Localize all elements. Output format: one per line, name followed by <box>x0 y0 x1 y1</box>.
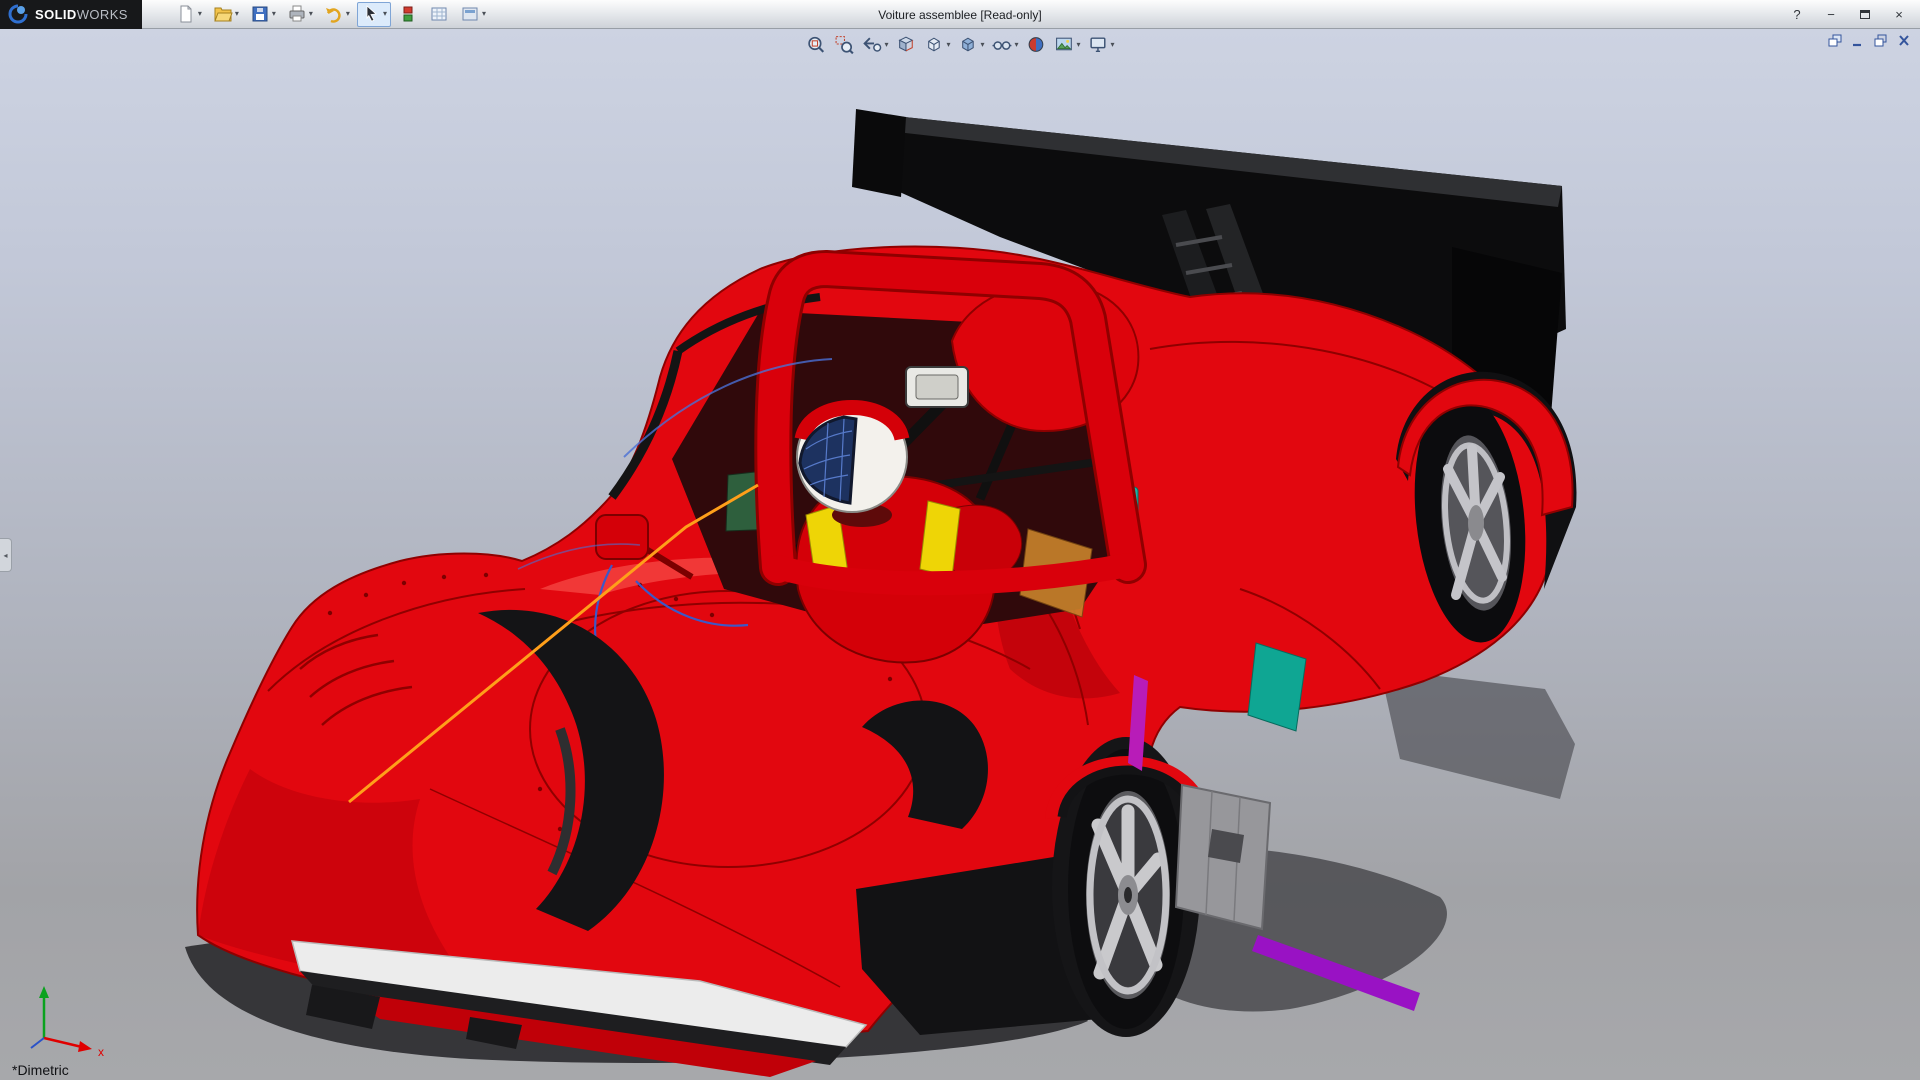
select-cursor-icon <box>361 4 381 24</box>
dropdown-caret[interactable]: ▾ <box>1111 41 1115 49</box>
model-3d-view[interactable] <box>0 29 1920 1080</box>
document-window-controls <box>1827 33 1912 48</box>
select-button[interactable]: ▾ <box>357 2 391 27</box>
sketch-grid-icon <box>429 4 449 24</box>
zoom-to-fit-button[interactable] <box>803 32 828 57</box>
dropdown-caret[interactable]: ▾ <box>272 10 276 18</box>
view-settings-icon <box>1088 34 1109 55</box>
options-icon <box>460 4 480 24</box>
zoom-to-area-icon <box>833 34 854 55</box>
dropdown-caret[interactable]: ▾ <box>346 10 350 18</box>
hide-show-items-button[interactable]: ▾ <box>990 32 1021 57</box>
apply-scene-button[interactable]: ▾ <box>1052 32 1083 57</box>
help-button[interactable]: ? <box>1788 5 1806 23</box>
zoom-to-area-button[interactable] <box>831 32 856 57</box>
save-button[interactable]: ▾ <box>246 2 280 27</box>
graphics-viewport[interactable]: ▾ ▾ ▾ ▾ <box>0 29 1920 1080</box>
dropdown-caret[interactable]: ▾ <box>946 41 950 49</box>
solidworks-logo: SOLIDWORKS <box>0 0 142 29</box>
undo-icon <box>324 4 344 24</box>
undo-button[interactable]: ▾ <box>320 2 354 27</box>
title-bar: SOLIDWORKS ▾ ▾ ▾ <box>0 0 1920 29</box>
dropdown-caret[interactable]: ▾ <box>884 41 888 49</box>
close-button[interactable]: × <box>1890 5 1908 23</box>
rocker-panel[interactable] <box>1176 785 1270 929</box>
print-icon <box>287 4 307 24</box>
open-folder-icon <box>213 4 233 24</box>
feature-pane-collapse-tab[interactable]: ◂ <box>0 538 12 572</box>
dropdown-caret[interactable]: ▾ <box>1077 41 1081 49</box>
display-toggle-button[interactable] <box>394 2 422 27</box>
section-view-icon <box>895 34 916 55</box>
maximize-icon <box>1860 10 1870 19</box>
apply-scene-icon <box>1054 34 1075 55</box>
minimize-button[interactable]: − <box>1822 5 1840 23</box>
3ds-logo-icon <box>8 4 28 24</box>
save-icon <box>250 4 270 24</box>
print-button[interactable]: ▾ <box>283 2 317 27</box>
previous-view-button[interactable]: ▾ <box>859 32 890 57</box>
restore-document-icon <box>1873 33 1889 48</box>
section-view-button[interactable] <box>893 32 918 57</box>
minimize-document-button[interactable] <box>1850 33 1866 48</box>
dropdown-caret[interactable]: ▾ <box>482 10 486 18</box>
logo-text: SOLIDWORKS <box>35 7 128 22</box>
edit-appearance-button[interactable] <box>1024 32 1049 57</box>
previous-view-icon <box>861 34 882 55</box>
orientation-label: *Dimetric <box>12 1062 69 1078</box>
edit-appearance-icon <box>1026 34 1047 55</box>
triad-x-label: x <box>98 1045 104 1058</box>
triad-z-axis <box>31 1038 44 1048</box>
heads-up-view-toolbar: ▾ ▾ ▾ ▾ <box>803 32 1116 57</box>
sketch-grid-button[interactable] <box>425 2 453 27</box>
zoom-to-fit-icon <box>805 34 826 55</box>
dropdown-caret[interactable]: ▾ <box>980 41 984 49</box>
triad-y-axis <box>39 986 49 998</box>
reference-triad: x <box>14 978 114 1058</box>
camera-pod-inner <box>916 375 958 399</box>
display-style-button[interactable]: ▾ <box>955 32 986 57</box>
cascade-window-icon <box>1827 33 1843 48</box>
minimize-document-icon <box>1850 33 1866 48</box>
dropdown-caret[interactable]: ▾ <box>309 10 313 18</box>
view-orientation-icon <box>923 34 944 55</box>
view-orientation-button[interactable]: ▾ <box>921 32 952 57</box>
dropdown-caret[interactable]: ▾ <box>198 10 202 18</box>
display-style-icon <box>957 34 978 55</box>
new-document-button[interactable]: ▾ <box>172 2 206 27</box>
dropdown-caret[interactable]: ▾ <box>383 10 387 18</box>
display-toggle-icon <box>398 4 418 24</box>
open-button[interactable]: ▾ <box>209 2 243 27</box>
cascade-window-button[interactable] <box>1827 33 1843 48</box>
view-settings-button[interactable]: ▾ <box>1086 32 1117 57</box>
restore-document-button[interactable] <box>1873 33 1889 48</box>
close-document-icon <box>1896 33 1912 48</box>
maximize-button[interactable] <box>1856 5 1874 23</box>
main-toolbar: ▾ ▾ ▾ ▾ ▾ <box>172 2 490 27</box>
hide-show-items-icon <box>992 34 1013 55</box>
window-controls: ? − × <box>1788 5 1920 23</box>
dropdown-caret[interactable]: ▾ <box>1015 41 1019 49</box>
options-button[interactable]: ▾ <box>456 2 490 27</box>
close-document-button[interactable] <box>1896 33 1912 48</box>
new-document-icon <box>176 4 196 24</box>
dropdown-caret[interactable]: ▾ <box>235 10 239 18</box>
triad-x-axis <box>78 1041 92 1052</box>
